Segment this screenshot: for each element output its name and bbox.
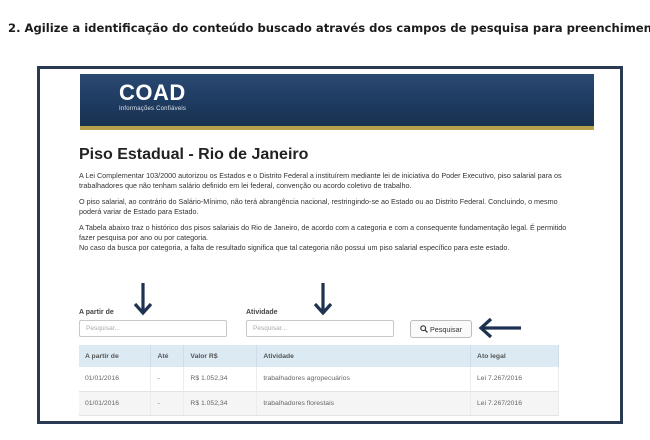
intro-paragraph: No caso da busca por categoria, a falta …	[79, 243, 510, 252]
table-header-row: A partir de Até Valor R$ Atividade Ato l…	[79, 345, 559, 367]
column-header-from[interactable]: A partir de	[79, 345, 152, 367]
arrow-left-icon	[478, 317, 522, 339]
site-header-banner: COAD Informações Confiáveis	[80, 74, 594, 130]
logo-tagline: Informações Confiáveis	[119, 106, 187, 112]
cell-until: -	[150, 367, 185, 392]
column-header-activity[interactable]: Atividade	[256, 345, 472, 367]
cell-activity: trabalhadores florestais	[256, 391, 472, 416]
intro-paragraph: A Tabela abaixo traz o histórico dos pis…	[79, 223, 567, 242]
cell-from: 01/01/2016	[79, 391, 152, 416]
column-header-legal-act[interactable]: Ato legal	[470, 345, 559, 367]
table-row[interactable]: 01/01/2016 - R$ 1.052,34 trabalhadores a…	[79, 367, 559, 392]
cell-value: R$ 1.052,34	[183, 391, 258, 416]
cell-until: -	[150, 391, 185, 416]
cell-legal-act: Lei 7.267/2016	[470, 367, 559, 392]
intro-paragraph: O piso salarial, ao contrário do Salário…	[79, 197, 558, 216]
activity-search-input[interactable]	[246, 320, 394, 337]
arrow-down-icon	[133, 282, 153, 316]
search-button[interactable]: Pesquisar	[410, 320, 472, 338]
cell-legal-act: Lei 7.267/2016	[470, 391, 559, 416]
column-header-until[interactable]: Até	[150, 345, 185, 367]
coad-logo[interactable]: COAD Informações Confiáveis	[119, 80, 187, 113]
cell-value: R$ 1.052,34	[183, 367, 258, 392]
column-header-value[interactable]: Valor R$	[183, 345, 258, 367]
logo-name: COAD	[119, 80, 186, 105]
activity-label: Atividade	[246, 309, 278, 316]
from-date-search-input[interactable]	[79, 320, 227, 337]
page-title: Piso Estadual - Rio de Janeiro	[79, 146, 309, 163]
cell-activity: trabalhadores agropecuários	[256, 367, 472, 392]
cell-from: 01/01/2016	[79, 367, 152, 392]
search-icon	[420, 325, 428, 333]
table-row[interactable]: 01/01/2016 - R$ 1.052,34 trabalhadores f…	[79, 391, 559, 416]
search-button-label: Pesquisar	[430, 324, 462, 334]
intro-text: A Lei Complementar 103/2000 autorizou os…	[79, 171, 569, 259]
arrow-down-icon	[313, 282, 333, 316]
instruction-heading: 2. Agilize a identificação do conteúdo b…	[8, 21, 650, 35]
intro-paragraph: A Lei Complementar 103/2000 autorizou os…	[79, 171, 562, 190]
screenshot-frame: COAD Informações Confiáveis Piso Estadua…	[37, 66, 623, 424]
from-date-label: A partir de	[79, 309, 114, 316]
salary-history-table: A partir de Até Valor R$ Atividade Ato l…	[79, 345, 559, 416]
